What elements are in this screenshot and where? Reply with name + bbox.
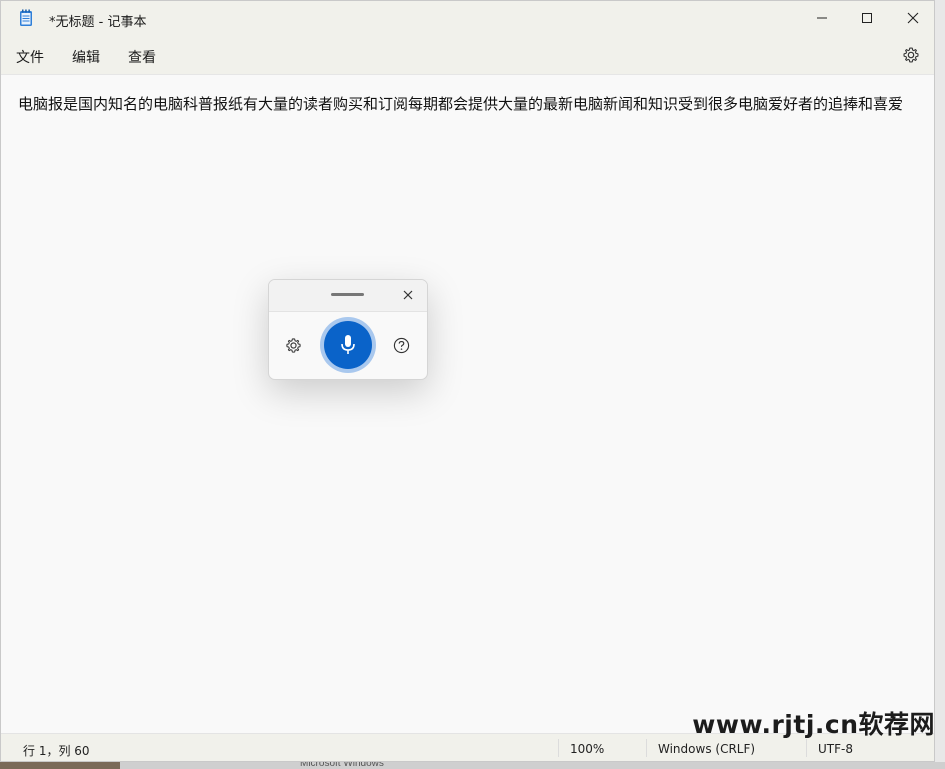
microphone-icon (341, 335, 355, 354)
minimize-icon (817, 17, 827, 19)
voice-typing-panel (268, 279, 428, 380)
minimize-button[interactable] (799, 1, 845, 35)
window-title: *无标题 - 记事本 (49, 15, 147, 30)
microphone-button[interactable] (324, 321, 372, 369)
background-strip (0, 762, 945, 769)
status-divider (558, 739, 559, 757)
close-icon[interactable] (401, 288, 415, 302)
cursor-position: 行 1，列 60 (23, 744, 90, 758)
close-button[interactable] (890, 1, 934, 35)
editor-content[interactable]: 电脑报是国内知名的电脑科普报纸有大量的读者购买和订阅每期都会提供大量的最新电脑新… (18, 93, 930, 115)
help-icon[interactable] (393, 337, 410, 354)
drag-handle-icon[interactable] (331, 293, 364, 296)
watermark: www.rjtj.cn软荐网 (692, 710, 935, 739)
close-icon (907, 12, 919, 24)
notepad-icon (20, 9, 32, 26)
menu-file[interactable]: 文件 (16, 47, 44, 67)
status-divider (646, 739, 647, 757)
status-divider (806, 739, 807, 757)
maximize-icon (862, 13, 872, 23)
menu-bar: 文件 编辑 查看 (1, 37, 934, 75)
text-editor[interactable]: 电脑报是国内知名的电脑科普报纸有大量的读者购买和订阅每期都会提供大量的最新电脑新… (1, 75, 934, 731)
line-ending: Windows (CRLF) (658, 742, 756, 756)
voice-panel-header[interactable] (269, 280, 427, 312)
encoding: UTF-8 (818, 742, 853, 756)
gear-icon[interactable] (902, 46, 920, 64)
menu-view[interactable]: 查看 (128, 47, 156, 67)
zoom-level: 100% (570, 742, 605, 756)
maximize-button[interactable] (844, 1, 890, 35)
title-bar[interactable]: *无标题 - 记事本 (1, 1, 934, 37)
menu-edit[interactable]: 编辑 (72, 47, 100, 67)
background-thumbnail (0, 762, 120, 769)
gear-icon[interactable] (285, 337, 302, 354)
background-window-edge (935, 0, 945, 762)
notepad-window: *无标题 - 记事本 文件 编辑 查看 电脑报是国内知名的电脑科普报纸有大量的读… (0, 0, 935, 762)
